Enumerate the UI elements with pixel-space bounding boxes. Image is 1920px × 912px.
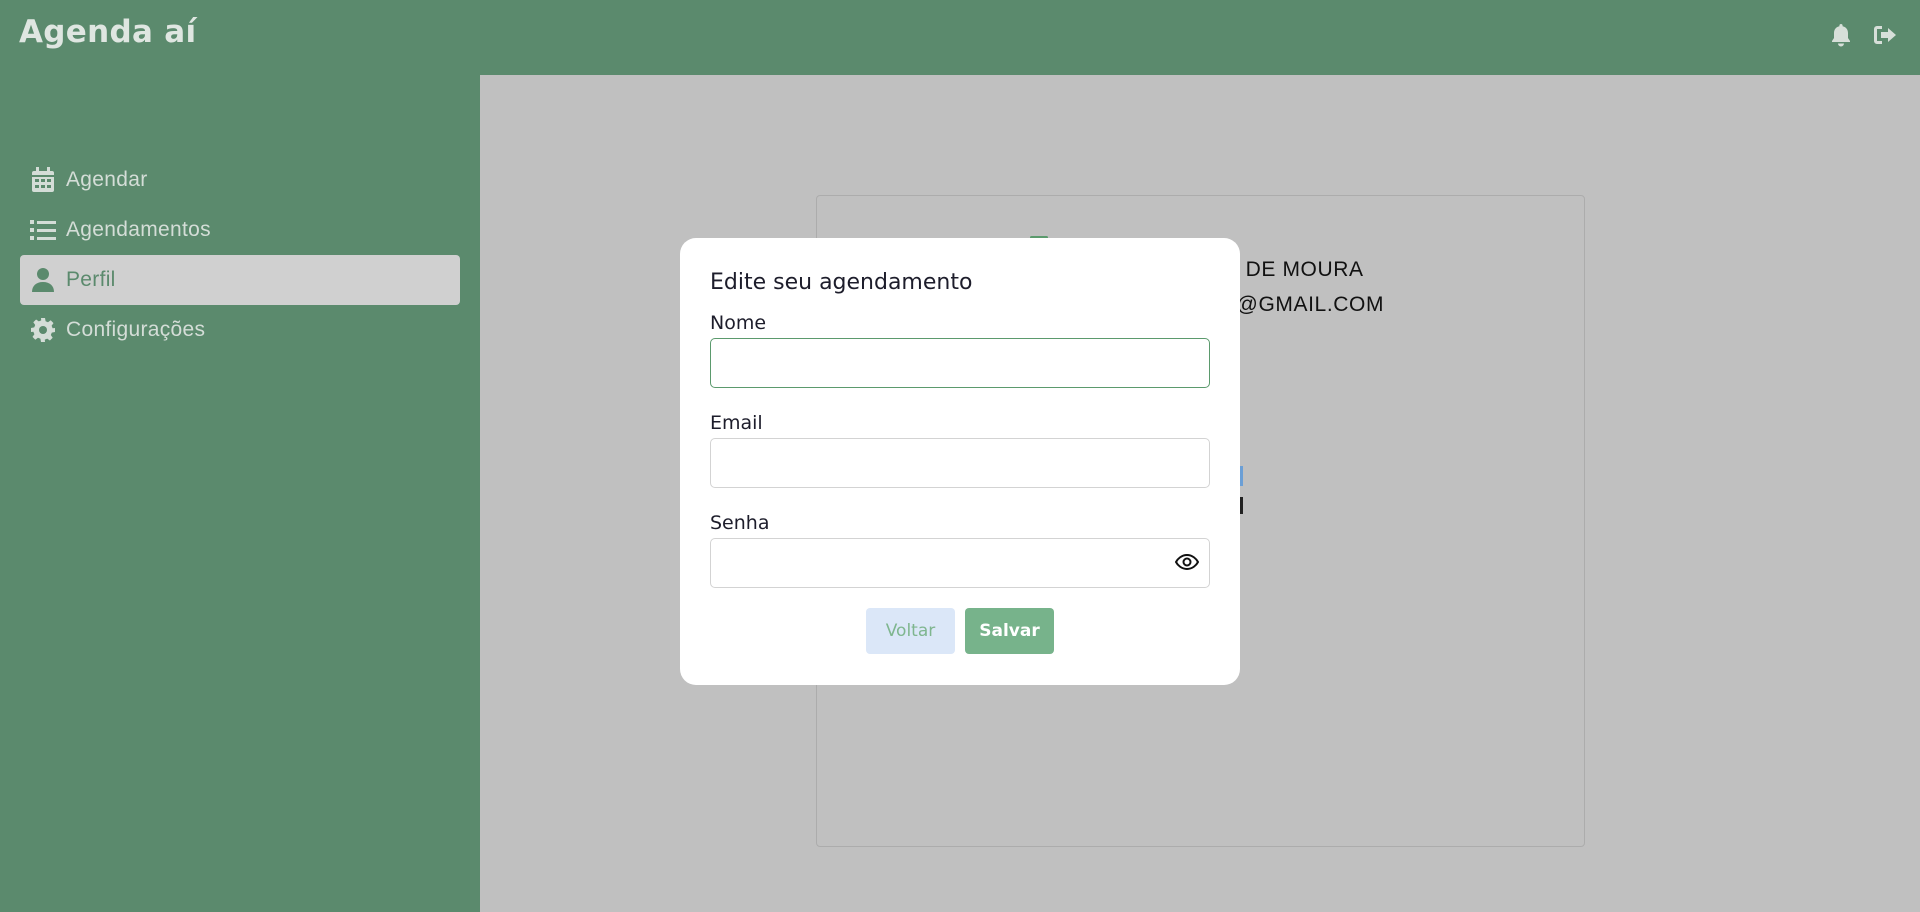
sidebar: Agendar Agendamentos Perfil Configuraçõe… xyxy=(0,75,480,912)
sidebar-item-label: Perfil xyxy=(66,268,116,291)
eye-icon[interactable] xyxy=(1174,549,1200,575)
bell-icon[interactable] xyxy=(1828,22,1854,48)
calendar-icon xyxy=(30,167,56,193)
password-input[interactable] xyxy=(710,538,1210,588)
name-label: Nome xyxy=(710,312,767,334)
text-edge xyxy=(1240,497,1243,514)
sidebar-item-label: Agendar xyxy=(66,168,148,191)
gear-icon xyxy=(30,317,56,343)
back-button[interactable]: Voltar xyxy=(866,608,955,654)
email-label: Email xyxy=(710,412,763,434)
edit-modal: Edite seu agendamento Nome Email Senha V… xyxy=(680,238,1240,685)
link-edge xyxy=(1240,466,1243,486)
password-label: Senha xyxy=(710,512,770,534)
app-title: Agenda aí xyxy=(19,14,197,50)
logout-icon[interactable] xyxy=(1873,22,1899,48)
sidebar-item-label: Configurações xyxy=(66,318,206,341)
save-button[interactable]: Salvar xyxy=(965,608,1054,654)
email-input[interactable] xyxy=(710,438,1210,488)
sidebar-item-agendamentos[interactable]: Agendamentos xyxy=(20,205,460,255)
name-input[interactable] xyxy=(710,338,1210,388)
user-icon xyxy=(30,267,56,293)
sidebar-item-agendar[interactable]: Agendar xyxy=(20,155,460,205)
sidebar-item-perfil[interactable]: Perfil xyxy=(20,255,460,305)
modal-title: Edite seu agendamento xyxy=(710,270,973,295)
sidebar-item-label: Agendamentos xyxy=(66,218,211,241)
sidebar-item-configuracoes[interactable]: Configurações xyxy=(20,305,460,355)
top-bar: Agenda aí xyxy=(0,0,1920,75)
list-icon xyxy=(30,217,56,243)
